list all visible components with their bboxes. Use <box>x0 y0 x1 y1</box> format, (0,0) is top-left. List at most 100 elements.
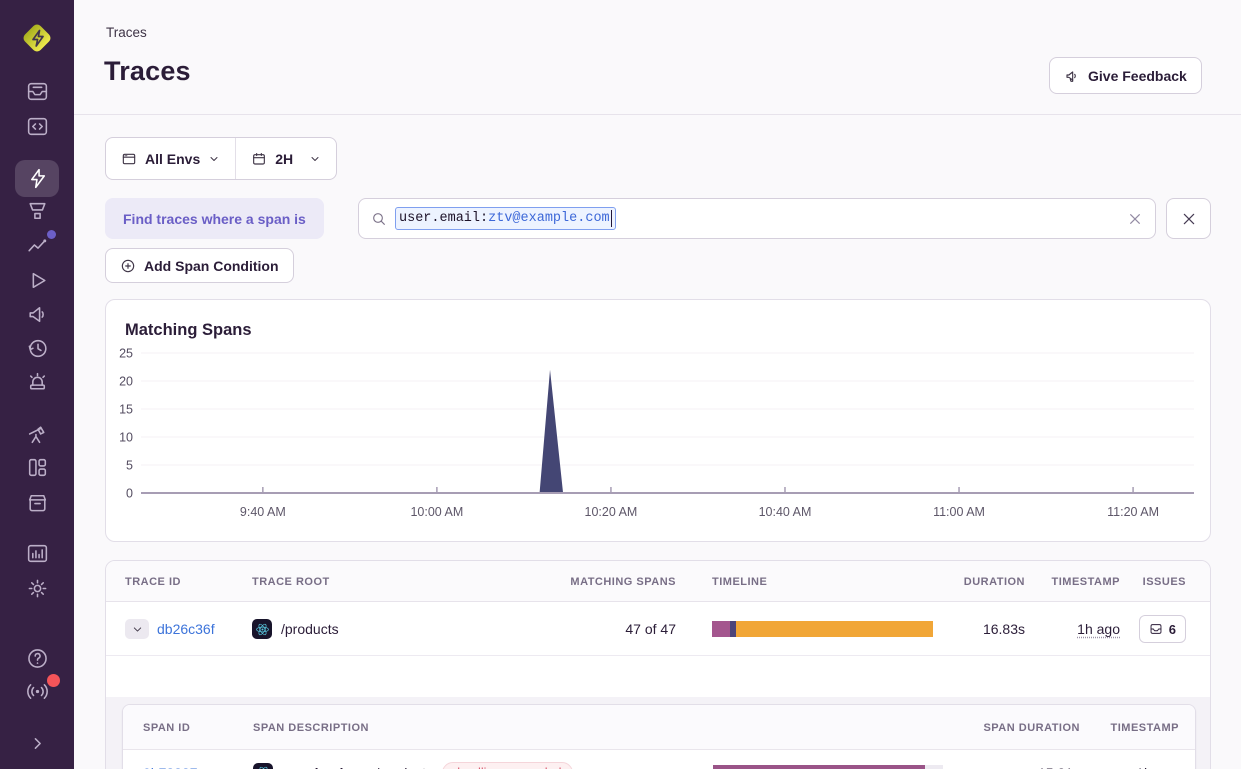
chevron-down-icon <box>208 153 220 165</box>
trace-issues-button[interactable]: 6 <box>1139 615 1186 643</box>
page-filter-bar: All Envs 2H <box>105 137 337 180</box>
insights-notification-dot <box>47 230 56 239</box>
calendar-icon <box>251 151 267 167</box>
span-status-badge: deadline_exceeded <box>442 762 572 769</box>
svg-text:11:00 AM: 11:00 AM <box>933 505 985 519</box>
col-duration: DURATION <box>964 561 1025 602</box>
sidebar-item-whats-new[interactable] <box>0 679 74 704</box>
search-token[interactable]: user.email: ztv@example.com <box>395 207 616 230</box>
col-span-description: SPAN DESCRIPTION <box>253 705 369 750</box>
megaphone-icon <box>1064 68 1080 84</box>
sidebar-item-discover[interactable] <box>0 422 74 447</box>
span-op: pageload <box>282 765 343 769</box>
traces-table-header: TRACE ID TRACE ROOT MATCHING SPANS TIMEL… <box>106 561 1210 602</box>
span-duration-bar <box>713 765 943 769</box>
sidebar-collapse-button[interactable] <box>0 731 74 756</box>
breadcrumb[interactable]: Traces <box>106 25 147 40</box>
matching-spans-chart[interactable]: 05101520259:40 AM10:00 AM10:20 AM10:40 A… <box>106 338 1212 538</box>
sidebar-item-insights[interactable] <box>0 233 74 258</box>
sidebar-item-issues[interactable] <box>0 79 74 104</box>
window-icon <box>121 151 137 167</box>
span-row[interactable]: 9b78827a pageload — /products <box>123 750 1195 769</box>
sidebar-item-history[interactable] <box>0 336 74 361</box>
header-divider <box>74 114 1241 115</box>
sidebar <box>0 0 74 769</box>
trace-id-link[interactable]: db26c36f <box>157 602 215 656</box>
sidebar-item-stats[interactable] <box>0 541 74 566</box>
insights-chart-icon <box>25 233 50 258</box>
svg-text:11:20 AM: 11:20 AM <box>1107 505 1159 519</box>
svg-text:15: 15 <box>119 403 133 417</box>
trace-duration: 16.83s <box>983 602 1025 656</box>
give-feedback-button[interactable]: Give Feedback <box>1049 57 1202 94</box>
svg-text:25: 25 <box>119 347 133 361</box>
col-timeline: TIMELINE <box>712 561 767 602</box>
issues-icon <box>25 79 50 104</box>
give-feedback-label: Give Feedback <box>1088 68 1187 84</box>
delete-condition-button[interactable] <box>1166 198 1211 239</box>
separator: — <box>352 765 366 769</box>
projects-icon <box>25 114 50 139</box>
trace-row[interactable]: db26c36f /products 47 of 47 16.83s 1h ag… <box>106 602 1210 656</box>
spans-table-header: SPAN ID SPAN DESCRIPTION SPAN DURATION T… <box>123 705 1195 750</box>
svg-text:5: 5 <box>126 459 133 473</box>
token-value: ztv@example.com <box>488 211 610 226</box>
megaphone-icon <box>25 302 50 327</box>
col-span-timestamp: TIMESTAMP <box>1111 705 1179 750</box>
react-platform-icon <box>252 619 272 639</box>
col-trace-id: TRACE ID <box>125 561 181 602</box>
issues-count: 6 <box>1169 622 1176 637</box>
siren-icon <box>25 370 50 395</box>
environment-filter[interactable]: All Envs <box>106 138 235 179</box>
svg-text:10:00 AM: 10:00 AM <box>410 505 463 519</box>
sidebar-item-projects[interactable] <box>0 114 74 139</box>
environment-filter-label: All Envs <box>145 151 200 167</box>
svg-text:0: 0 <box>126 487 133 501</box>
token-key: user.email: <box>399 211 488 226</box>
svg-text:9:40 AM: 9:40 AM <box>240 505 286 519</box>
sidebar-item-dashboards[interactable] <box>0 455 74 480</box>
time-range-filter[interactable]: 2H <box>236 138 336 179</box>
add-span-condition-label: Add Span Condition <box>144 258 279 274</box>
sentry-logo-icon[interactable] <box>17 18 57 58</box>
trace-root: /products <box>281 621 339 637</box>
bar-chart-icon <box>25 541 50 566</box>
telescope-icon <box>25 422 50 447</box>
plus-circle-icon <box>120 258 136 274</box>
sidebar-item-settings[interactable] <box>0 576 74 601</box>
help-icon <box>25 646 50 671</box>
sidebar-item-profiling[interactable] <box>0 199 74 224</box>
col-trace-root: TRACE ROOT <box>252 561 330 602</box>
close-icon <box>1181 211 1197 227</box>
whats-new-notification-dot <box>47 674 60 687</box>
svg-text:10:20 AM: 10:20 AM <box>585 505 638 519</box>
spans-table: SPAN ID SPAN DESCRIPTION SPAN DURATION T… <box>122 704 1196 769</box>
react-platform-icon <box>253 763 273 769</box>
search-icon <box>371 211 387 227</box>
issues-icon <box>1149 622 1163 636</box>
traces-table: TRACE ID TRACE ROOT MATCHING SPANS TIMEL… <box>105 560 1211 769</box>
dashboards-icon <box>25 455 50 480</box>
page-title: Traces <box>104 56 191 87</box>
play-icon <box>25 268 50 293</box>
gear-icon <box>25 576 50 601</box>
span-timestamp[interactable]: 1h ago <box>1136 750 1179 769</box>
sidebar-item-alerts[interactable] <box>0 370 74 395</box>
trace-timestamp[interactable]: 1h ago <box>1077 602 1120 656</box>
add-span-condition-button[interactable]: Add Span Condition <box>105 248 294 283</box>
clock-history-icon <box>25 336 50 361</box>
sidebar-item-help[interactable] <box>0 646 74 671</box>
profiling-icon <box>25 199 50 224</box>
chevron-down-icon <box>309 153 321 165</box>
col-issues: ISSUES <box>1143 561 1186 602</box>
span-id-link[interactable]: 9b78827a <box>143 750 205 769</box>
sidebar-item-explore-active[interactable] <box>15 160 59 197</box>
sidebar-item-replays[interactable] <box>0 268 74 293</box>
sidebar-item-releases[interactable] <box>0 490 74 515</box>
chevron-right-icon <box>25 731 50 756</box>
chevron-down-icon <box>132 624 143 635</box>
span-search-input[interactable]: user.email: ztv@example.com <box>358 198 1156 239</box>
sidebar-item-feedback[interactable] <box>0 302 74 327</box>
clear-search-icon[interactable] <box>1127 211 1143 227</box>
collapse-trace-button[interactable] <box>125 619 149 639</box>
